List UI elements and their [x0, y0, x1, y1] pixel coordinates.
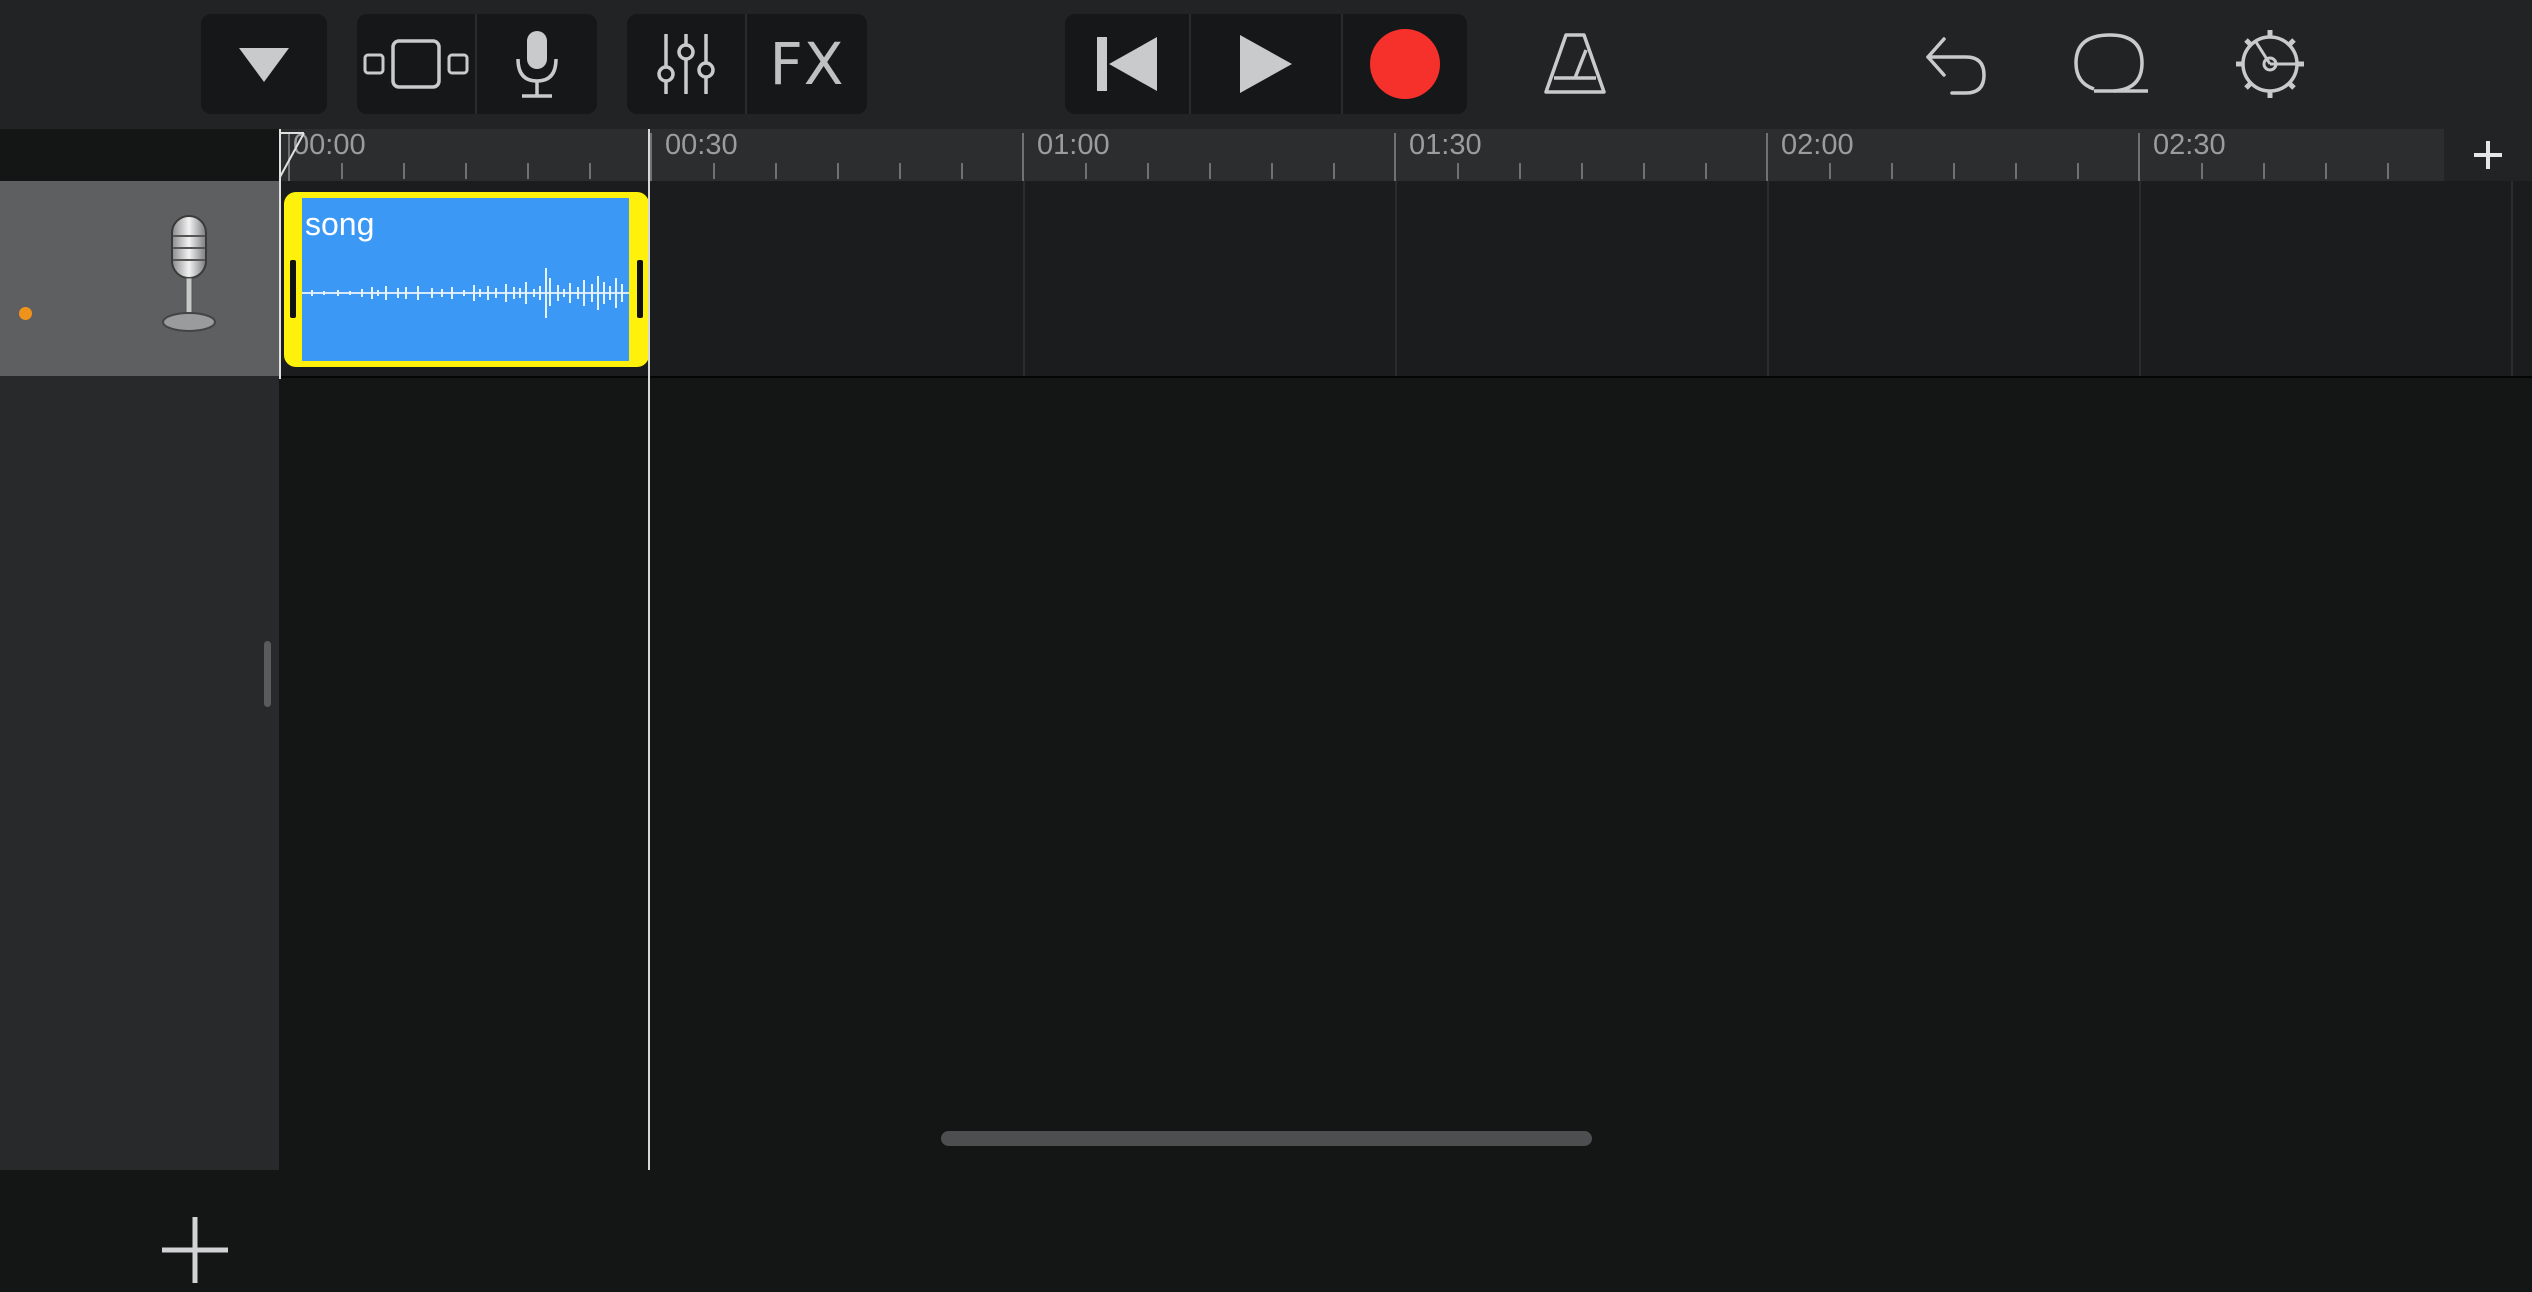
horizontal-scrollbar[interactable] — [941, 1131, 1592, 1146]
transport-group — [1065, 14, 1467, 114]
timeline-ruler[interactable]: 00:00 00:30 01:00 01:30 02:00 02:30 — [279, 129, 2532, 181]
plus-icon — [2474, 141, 2502, 169]
metronome-button[interactable] — [1530, 14, 1620, 114]
ruler-major-tick — [1394, 133, 1396, 181]
waveform — [302, 268, 629, 318]
track-headers — [0, 181, 279, 1283]
add-track-button[interactable] — [158, 1213, 232, 1287]
ruler-label: 01:30 — [1409, 129, 1482, 161]
loop-browser-button[interactable] — [2064, 14, 2160, 114]
skip-back-icon — [1097, 37, 1157, 91]
add-section-button[interactable] — [2444, 129, 2532, 181]
settings-button[interactable] — [2222, 14, 2318, 114]
playhead[interactable] — [648, 129, 650, 1170]
play-button[interactable] — [1191, 14, 1341, 114]
undo-button[interactable] — [1910, 14, 2000, 114]
region-trim-handle-left[interactable] — [290, 260, 296, 318]
browser-dropdown-button[interactable] — [201, 14, 327, 114]
region-trim-handle-right[interactable] — [637, 260, 643, 318]
audio-region[interactable]: song — [284, 192, 649, 367]
toolbar: FX — [0, 0, 2532, 129]
track-header-resize-handle[interactable] — [264, 641, 271, 707]
fx-button[interactable]: FX — [747, 14, 867, 114]
ruler-label: 02:30 — [2153, 129, 2226, 161]
tracks-view-button[interactable] — [357, 14, 475, 114]
sliders-icon — [657, 34, 715, 94]
browser-group — [201, 14, 327, 114]
ruler-major-tick — [650, 133, 652, 181]
ruler-label: 01:00 — [1037, 129, 1110, 161]
region-body: song — [302, 198, 629, 361]
ruler-major-tick — [2138, 133, 2140, 181]
go-to-start-button[interactable] — [1065, 14, 1189, 114]
metronome-icon — [1544, 33, 1606, 94]
tracks-view-icon — [363, 39, 469, 89]
track-armed-indicator — [19, 307, 32, 320]
ruler-major-tick — [1022, 133, 1024, 181]
mixer-group: FX — [627, 14, 867, 114]
microphone-icon — [516, 31, 558, 98]
record-button[interactable] — [1343, 14, 1467, 114]
record-icon — [1370, 29, 1440, 99]
mixer-button[interactable] — [627, 14, 745, 114]
playhead-grip-icon[interactable] — [279, 131, 305, 179]
track-lane[interactable]: song — [279, 181, 2532, 378]
ruler-major-tick — [1766, 133, 1768, 181]
microphone-icon — [162, 215, 216, 332]
ruler-label: 02:00 — [1781, 129, 1854, 161]
track-header[interactable] — [0, 181, 279, 376]
tracks-area[interactable]: song — [279, 181, 2532, 1170]
triangle-down-icon — [239, 48, 289, 82]
plus-icon — [162, 1217, 228, 1283]
instrument-button[interactable] — [477, 14, 597, 114]
play-icon — [1240, 35, 1292, 93]
gear-icon — [2236, 30, 2304, 98]
ruler-label: 00:30 — [665, 129, 738, 161]
view-group — [357, 14, 597, 114]
fx-label: FX — [769, 30, 845, 98]
loop-icon — [2074, 33, 2148, 93]
undo-icon — [1926, 37, 1986, 95]
